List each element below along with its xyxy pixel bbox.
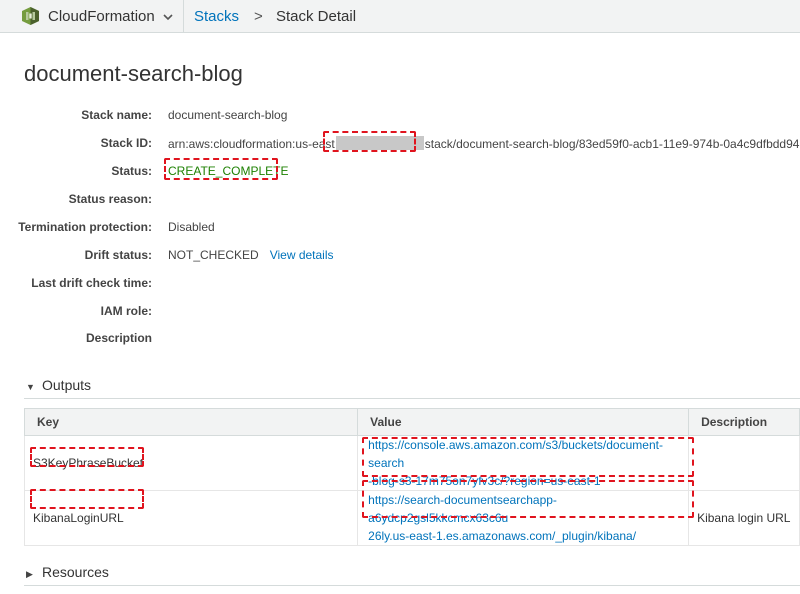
status-value: CREATE_COMPLETE xyxy=(168,164,289,178)
output-value-link[interactable]: https://console.aws.amazon.com/s3/bucket… xyxy=(357,435,690,491)
redacted-account-id xyxy=(335,136,424,150)
last-drift-check-label: Last drift check time: xyxy=(31,276,152,290)
column-header-value[interactable]: Value xyxy=(357,408,690,436)
output-description: Kibana login URL xyxy=(688,490,800,546)
output-key: S3KeyPhraseBucket xyxy=(23,435,359,491)
resources-divider xyxy=(24,585,800,586)
output-value-line1[interactable]: https://search-documentsearchapp-a6ydcp2… xyxy=(368,493,557,525)
stack-id-suffix: stack/document-search-blog/83ed59f0-acb1… xyxy=(424,137,800,151)
breadcrumb-separator: > xyxy=(254,8,263,25)
stack-id-label: Stack ID: xyxy=(100,136,152,150)
table-row: S3KeyPhraseBucket https://console.aws.am… xyxy=(23,435,800,491)
triangle-down-icon: ▼ xyxy=(26,382,35,392)
cloudformation-icon[interactable] xyxy=(22,7,39,25)
drift-status-value: NOT_CHECKED View details xyxy=(168,248,334,262)
status-reason-label: Status reason: xyxy=(68,192,152,206)
resources-section-toggle[interactable]: ▶ Resources xyxy=(26,564,109,580)
stack-name-label: Stack name: xyxy=(81,108,152,122)
output-value-line1[interactable]: https://console.aws.amazon.com/s3/bucket… xyxy=(368,438,663,470)
termination-protection-value: Disabled xyxy=(168,220,215,234)
page-title: document-search-blog xyxy=(24,61,243,86)
iam-role-label: IAM role: xyxy=(100,304,152,318)
output-value-line2[interactable]: 26ly.us-east-1.es.amazonaws.com/_plugin/… xyxy=(368,529,636,543)
termination-protection-label: Termination protection: xyxy=(18,220,152,234)
outputs-table: Key Value Description S3KeyPhraseBucket … xyxy=(23,408,800,546)
view-details-link[interactable]: View details xyxy=(270,248,334,262)
nav-divider xyxy=(183,0,184,33)
resources-title: Resources xyxy=(42,564,109,580)
column-header-description[interactable]: Description xyxy=(688,408,800,436)
chevron-down-icon[interactable] xyxy=(160,9,176,25)
outputs-section-toggle[interactable]: ▼ Outputs xyxy=(26,377,91,393)
output-description xyxy=(688,435,800,491)
column-header-key[interactable]: Key xyxy=(23,408,359,436)
triangle-right-icon: ▶ xyxy=(26,569,33,579)
output-key: KibanaLoginURL xyxy=(23,490,359,546)
stack-id-value: arn:aws:cloudformation:us-east stack/docu… xyxy=(168,136,799,151)
description-label: Description xyxy=(85,331,152,345)
outputs-divider xyxy=(24,398,800,399)
breadcrumb-stacks-link[interactable]: Stacks xyxy=(194,8,239,25)
stack-id-prefix: arn:aws:cloudformation:us-east xyxy=(168,137,335,151)
drift-status-label: Drift status: xyxy=(84,248,152,262)
top-nav-bar: CloudFormation Stacks > Stack Detail xyxy=(0,0,800,33)
outputs-title: Outputs xyxy=(42,377,92,393)
status-label: Status: xyxy=(111,164,152,178)
table-row: KibanaLoginURL https://search-documentse… xyxy=(23,490,800,546)
breadcrumb-current: Stack Detail xyxy=(276,8,357,25)
drift-status-text: NOT_CHECKED xyxy=(168,248,259,262)
service-name[interactable]: CloudFormation xyxy=(48,8,155,25)
output-value-line2[interactable]: -blog-s3-17m75on7yfv3c/?region=us-east-1 xyxy=(368,474,600,488)
output-value-link[interactable]: https://search-documentsearchapp-a6ydcp2… xyxy=(357,490,690,546)
stack-name-value: document-search-blog xyxy=(168,108,288,122)
